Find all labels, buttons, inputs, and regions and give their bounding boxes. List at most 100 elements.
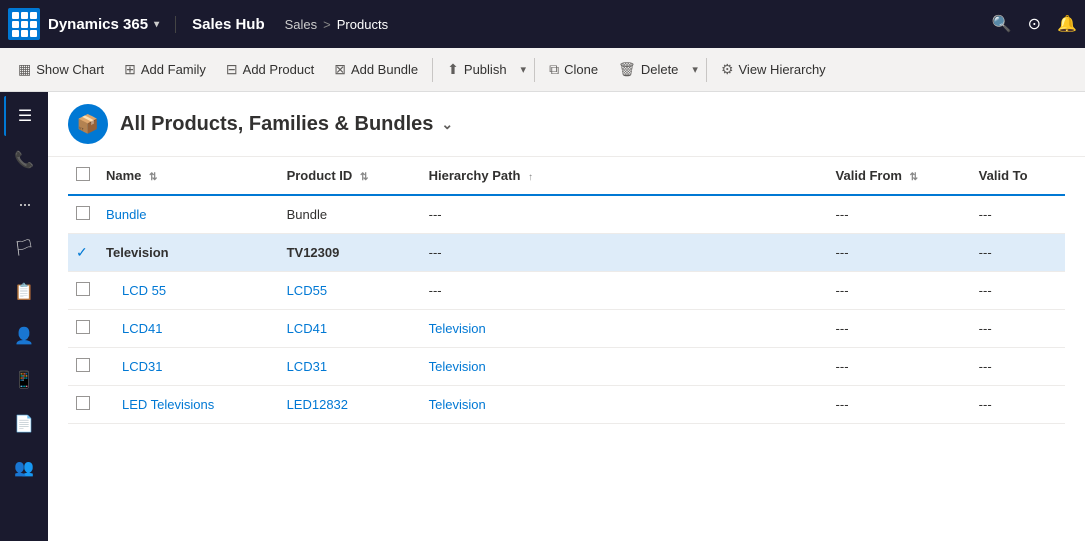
target-icon[interactable]: ⊙ — [1028, 14, 1041, 34]
col-valid-from[interactable]: Valid From ⇅ — [828, 157, 971, 195]
row-valid-from: --- — [828, 386, 971, 424]
delete-button[interactable]: 🗑 Delete — [608, 55, 688, 84]
row-name[interactable]: LCD41 — [98, 310, 279, 348]
publish-icon: ⬆ — [447, 61, 459, 78]
row-product-id-link[interactable]: LCD55 — [287, 283, 327, 298]
table-row[interactable]: LCD41LCD41Television------ — [68, 310, 1065, 348]
bell-icon[interactable]: 🔔 — [1057, 14, 1077, 34]
publish-dropdown-button[interactable]: ▾ — [517, 57, 531, 82]
main-content: 📦 All Products, Families & Bundles ⌄ Nam… — [48, 92, 1085, 541]
row-valid-from: --- — [828, 310, 971, 348]
row-hierarchy-link[interactable]: Television — [429, 397, 486, 412]
sidebar-item-mobile[interactable]: 📱 — [4, 360, 44, 400]
col-hierarchy-path[interactable]: Hierarchy Path ↑ — [421, 157, 828, 195]
sidebar-item-flag[interactable]: 🏳 — [4, 228, 44, 268]
table-row[interactable]: LCD 55LCD55--------- — [68, 272, 1065, 310]
toolbar-separator-3 — [706, 58, 707, 82]
add-product-button[interactable]: ⊟ Add Product — [216, 55, 324, 84]
show-chart-button[interactable]: ▦ Show Chart — [8, 55, 114, 84]
row-product-id-link[interactable]: LED12832 — [287, 397, 348, 412]
row-valid-from: --- — [828, 195, 971, 234]
row-name-link[interactable]: LCD31 — [122, 359, 162, 374]
add-family-button[interactable]: ⊞ Add Family — [114, 55, 216, 84]
breadcrumb-sep: > — [323, 17, 331, 32]
page-icon: 📦 — [68, 104, 108, 144]
products-table: Name ⇅ Product ID ⇅ Hierarchy Path ↑ V — [68, 157, 1065, 424]
row-hierarchy-link[interactable]: Television — [429, 321, 486, 336]
row-checkbox[interactable] — [76, 396, 90, 410]
row-hierarchy-path[interactable]: Television — [421, 310, 828, 348]
sidebar-item-document[interactable]: 📄 — [4, 404, 44, 444]
col-name[interactable]: Name ⇅ — [98, 157, 279, 195]
row-name-link[interactable]: Bundle — [106, 207, 146, 222]
row-product-id-link[interactable]: LCD31 — [287, 359, 327, 374]
row-checkbox-cell — [68, 310, 98, 348]
delete-dropdown-button[interactable]: ▾ — [688, 57, 702, 82]
table-row[interactable]: BundleBundle--------- — [68, 195, 1065, 234]
row-checkbox-cell — [68, 272, 98, 310]
add-bundle-button[interactable]: ⊠ Add Bundle — [324, 55, 428, 84]
page-title-chevron-icon[interactable]: ⌄ — [441, 116, 453, 133]
row-hierarchy-path[interactable]: Television — [421, 348, 828, 386]
clone-button[interactable]: ⧉ Clone — [539, 55, 608, 84]
row-name-link[interactable]: LCD41 — [122, 321, 162, 336]
row-product-id[interactable]: LCD55 — [279, 272, 421, 310]
toolbar: ▦ Show Chart ⊞ Add Family ⊟ Add Product … — [0, 48, 1085, 92]
row-checkbox[interactable] — [76, 206, 90, 220]
sidebar-item-phone[interactable]: 📞 — [4, 140, 44, 180]
sidebar-item-users[interactable]: 👥 — [4, 448, 44, 488]
row-product-id: TV12309 — [279, 234, 421, 272]
row-checkbox-cell — [68, 386, 98, 424]
layout: ☰ 📞 ··· 🏳 📋 👤 📱 📄 👥 📦 All Products, Fami… — [0, 92, 1085, 541]
row-checkbox[interactable] — [76, 282, 90, 296]
row-name: Television — [98, 234, 279, 272]
row-name[interactable]: LCD 55 — [98, 272, 279, 310]
sort-name-icon: ⇅ — [149, 172, 157, 183]
row-name-link[interactable]: LCD 55 — [122, 283, 166, 298]
publish-button[interactable]: ⬆ Publish — [437, 55, 516, 84]
delete-icon: 🗑 — [618, 61, 636, 78]
table-container: Name ⇅ Product ID ⇅ Hierarchy Path ↑ V — [48, 157, 1085, 424]
sidebar-item-person[interactable]: 👤 — [4, 316, 44, 356]
table-row[interactable]: LCD31LCD31Television------ — [68, 348, 1065, 386]
sidebar-item-menu[interactable]: ☰ — [4, 96, 44, 136]
table-row[interactable]: LED Televisions LED12832 Television ------ — [68, 386, 1065, 424]
row-name-link[interactable]: LED Televisions — [122, 397, 214, 412]
add-bundle-icon: ⊠ — [334, 61, 346, 78]
row-name[interactable]: Bundle — [98, 195, 279, 234]
row-name[interactable]: LCD31 — [98, 348, 279, 386]
row-name[interactable]: LED Televisions — [98, 386, 279, 424]
row-checkbox[interactable] — [76, 358, 90, 372]
sort-product-id-icon: ⇅ — [360, 172, 368, 183]
sidebar-item-clipboard[interactable]: 📋 — [4, 272, 44, 312]
view-hierarchy-icon: ⚙ — [721, 61, 734, 78]
view-hierarchy-button[interactable]: ⚙ View Hierarchy — [711, 55, 836, 84]
select-all-checkbox[interactable] — [76, 167, 90, 181]
row-product-id[interactable]: LED12832 — [279, 386, 421, 424]
table-row[interactable]: ✓TelevisionTV12309--------- — [68, 234, 1065, 272]
sidebar-item-more[interactable]: ··· — [4, 184, 44, 224]
row-valid-to: --- — [971, 195, 1065, 234]
top-nav: Dynamics 365 ▾ Sales Hub Sales > Product… — [0, 0, 1085, 48]
row-valid-to: --- — [971, 386, 1065, 424]
page-title: All Products, Families & Bundles ⌄ — [120, 113, 453, 136]
row-hierarchy-path[interactable]: Television — [421, 386, 828, 424]
waffle-button[interactable] — [8, 8, 40, 40]
row-product-id: Bundle — [279, 195, 421, 234]
search-icon[interactable]: 🔍 — [992, 14, 1012, 34]
row-valid-from: --- — [828, 348, 971, 386]
col-product-id[interactable]: Product ID ⇅ — [279, 157, 421, 195]
add-family-icon: ⊞ — [124, 61, 136, 78]
row-checkbox-cell — [68, 195, 98, 234]
row-product-id-link[interactable]: LCD41 — [287, 321, 327, 336]
breadcrumb-sales[interactable]: Sales — [285, 17, 318, 32]
row-checkbox[interactable] — [76, 320, 90, 334]
row-hierarchy-path: --- — [421, 272, 828, 310]
row-checkbox[interactable]: ✓ — [76, 244, 88, 260]
sidebar: ☰ 📞 ··· 🏳 📋 👤 📱 📄 👥 — [0, 92, 48, 541]
show-chart-icon: ▦ — [18, 61, 31, 78]
row-product-id[interactable]: LCD41 — [279, 310, 421, 348]
app-name-label[interactable]: Dynamics 365 ▾ — [48, 16, 176, 33]
row-hierarchy-link[interactable]: Television — [429, 359, 486, 374]
row-product-id[interactable]: LCD31 — [279, 348, 421, 386]
